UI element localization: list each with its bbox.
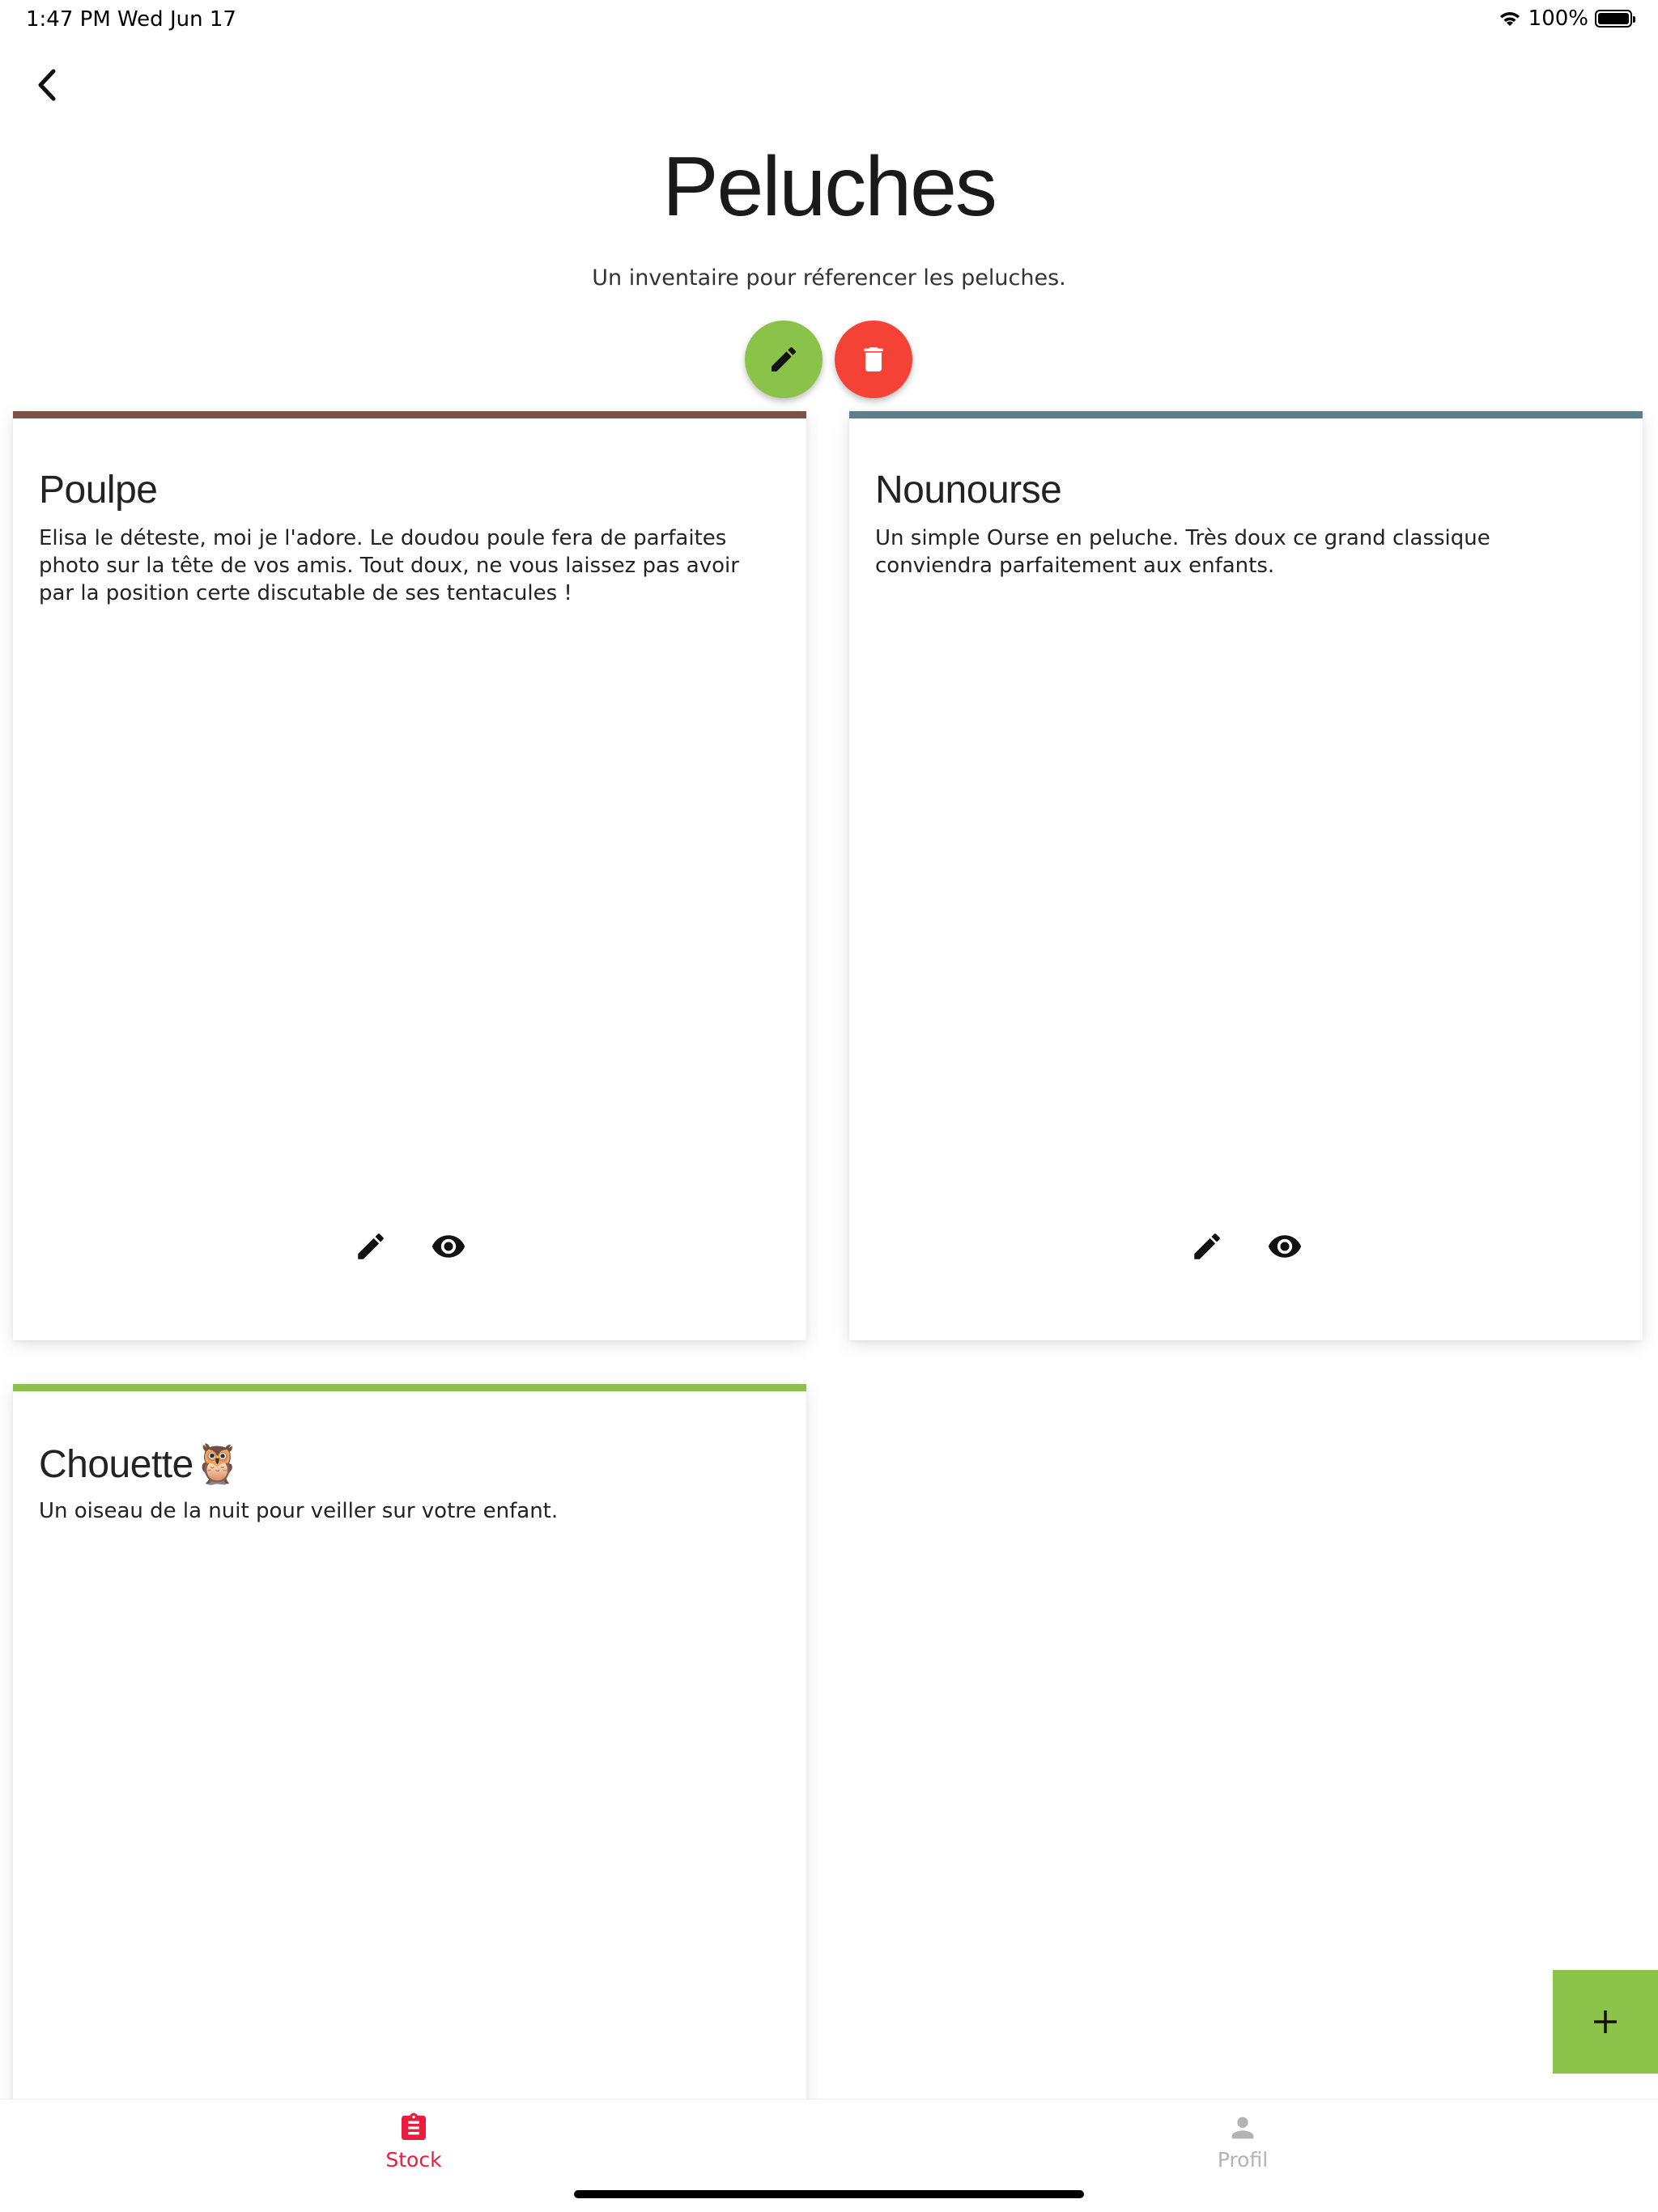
pencil-icon: [358, 1233, 384, 1259]
clipboard-icon: [402, 2112, 426, 2140]
card-chouette[interactable]: Chouette🦉 Un oiseau de la nuit pour veil…: [13, 1384, 806, 2112]
card-title: Nounourse: [875, 469, 1062, 512]
edit-item-button[interactable]: [1189, 1229, 1225, 1264]
wifi-icon: [1499, 12, 1520, 26]
card-color-bar: [849, 411, 1643, 418]
view-item-button[interactable]: [1267, 1229, 1303, 1264]
card-color-bar: [13, 1384, 806, 1391]
page-title: Peluches: [662, 140, 997, 234]
battery-icon: [1595, 10, 1635, 28]
battery-percent: 100%: [1528, 6, 1588, 31]
edit-category-button[interactable]: [745, 321, 823, 398]
tab-profil[interactable]: Profil: [1162, 2111, 1324, 2172]
add-item-button[interactable]: [1553, 1970, 1658, 2074]
card-nounourse[interactable]: Nounourse Un simple Ourse en peluche. Tr…: [849, 411, 1643, 1340]
page-subtitle: Un inventaire pour réferencer les peluch…: [592, 265, 1066, 291]
card-description: Un oiseau de la nuit pour veiller sur vo…: [39, 1499, 559, 1523]
trash-icon: [864, 347, 883, 371]
view-item-button[interactable]: [431, 1229, 466, 1264]
person-icon: [1231, 2116, 1254, 2139]
card-description: Un simple Ourse en peluche. Très doux ce…: [875, 526, 1490, 578]
card-actions: [13, 1229, 806, 1264]
pencil-icon: [1194, 1233, 1220, 1259]
chevron-left-icon: [38, 69, 56, 101]
pencil-icon: [772, 346, 797, 371]
card-title: Poulpe: [39, 469, 158, 512]
eye-icon: [1268, 1235, 1302, 1258]
tab-stock[interactable]: Stock: [333, 2111, 495, 2172]
card-color-bar: [13, 411, 806, 418]
edit-item-button[interactable]: [353, 1229, 389, 1264]
card-poulpe[interactable]: Poulpe Elisa le déteste, moi je l'adore.…: [13, 411, 806, 1340]
card-description: Elisa le déteste, moi je l'adore. Le dou…: [39, 526, 739, 605]
delete-category-button[interactable]: [835, 321, 912, 398]
card-actions: [849, 1229, 1643, 1264]
card-title: Chouette🦉: [39, 1443, 242, 1486]
status-date: Wed Jun 17: [117, 7, 236, 32]
back-button[interactable]: [29, 63, 65, 107]
tab-label: Stock: [385, 2148, 442, 2172]
status-bar: 1:47 PM Wed Jun 17 100%: [0, 0, 1658, 39]
status-indicators: 100%: [1498, 6, 1635, 31]
tab-label: Profil: [1217, 2148, 1269, 2172]
eye-icon: [432, 1235, 466, 1258]
status-time: 1:47 PM: [26, 7, 111, 32]
home-indicator: [574, 2190, 1084, 2198]
plus-icon: [1594, 2010, 1617, 2033]
